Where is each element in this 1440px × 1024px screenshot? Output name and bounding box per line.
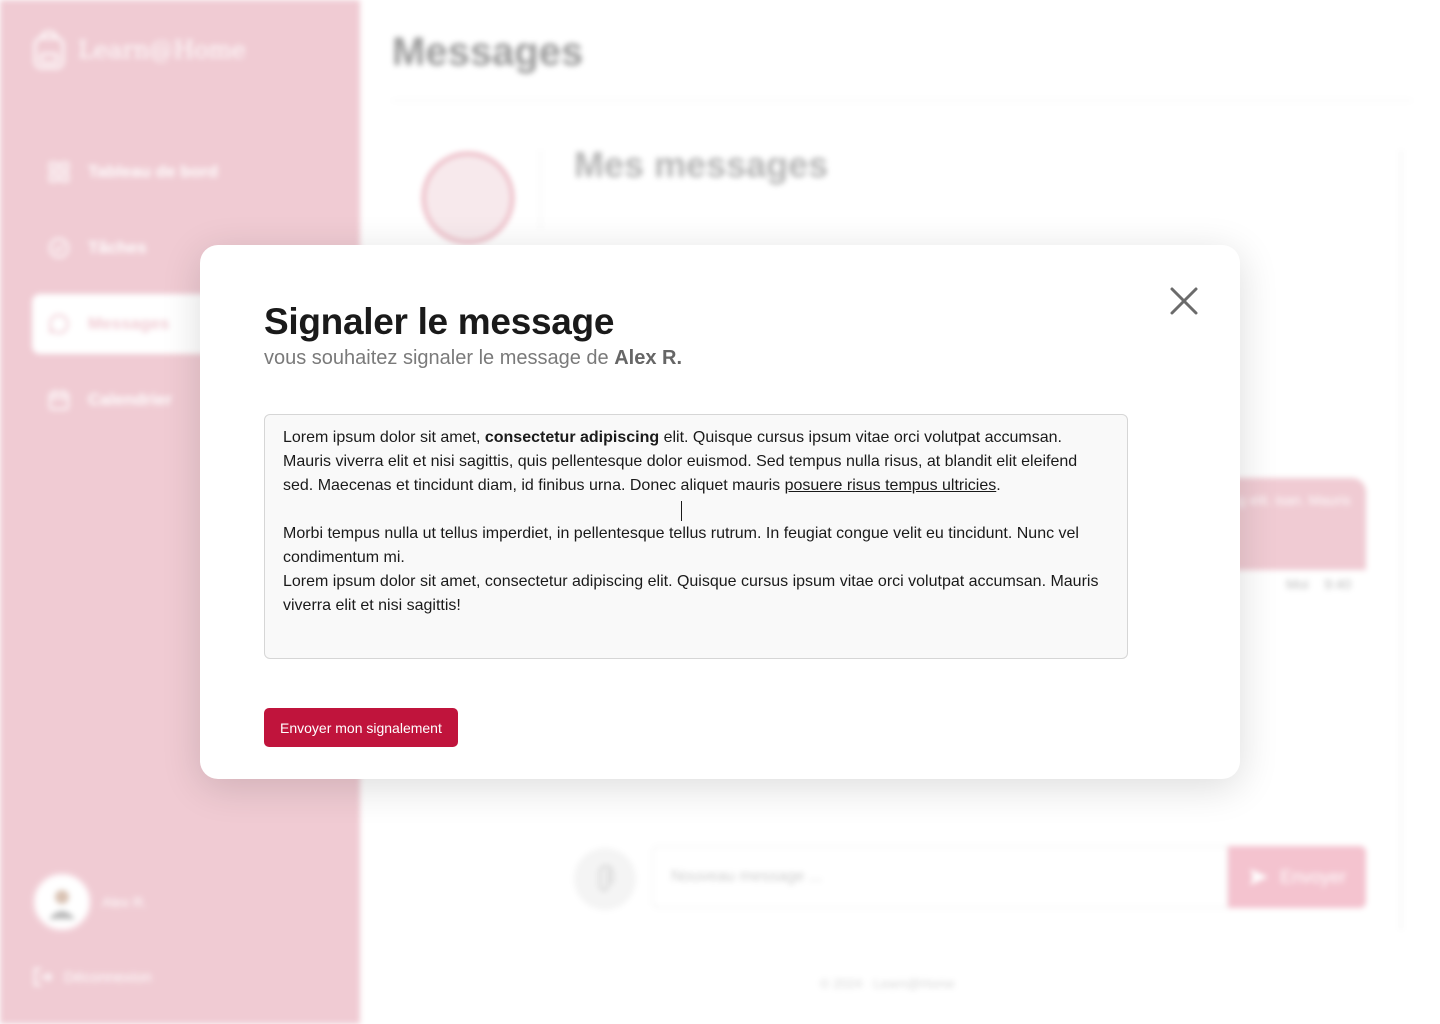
message-text: .	[996, 477, 1001, 494]
reported-message[interactable]: Lorem ipsum dolor sit amet, consectetur …	[264, 414, 1128, 659]
message-bubble[interactable]: ng elit. isan. Mauris	[1220, 478, 1366, 570]
message-paragraph: Morbi tempus nulla ut tellus imperdiet, …	[283, 525, 1079, 566]
sidebar-item-label: Tableau de bord	[88, 162, 219, 181]
text-caret	[681, 501, 682, 521]
message-meta: Moi 9:40	[1286, 576, 1351, 592]
conversation-title: Mes messages	[574, 144, 829, 185]
footer: © 2024 · Learn@Home	[820, 976, 955, 991]
sidebar-item-label: Tâches	[88, 238, 147, 257]
brand: Learn@Home	[32, 30, 246, 70]
message-text: Lorem ipsum dolor sit amet,	[283, 429, 485, 446]
message-input[interactable]: Nouveau message ...	[652, 846, 1228, 908]
calendar-icon	[49, 390, 69, 410]
backpack-icon	[33, 30, 65, 70]
user-name: Alex R.	[102, 894, 148, 910]
message-link[interactable]: posuere risus tempus ultricies	[785, 477, 997, 494]
check-circle-icon	[49, 238, 69, 258]
logout-label: Déconnexion	[64, 968, 152, 986]
close-button[interactable]	[1164, 281, 1204, 321]
divider	[1400, 150, 1402, 930]
sidebar-item-dashboard[interactable]: Tableau de bord	[32, 142, 332, 202]
avatar	[32, 872, 92, 932]
send-icon	[1249, 869, 1268, 885]
report-modal: Signaler le message vous souhaitez signa…	[200, 245, 1240, 779]
sidebar-item-label: Calendrier	[88, 390, 173, 409]
attach-button[interactable]	[574, 848, 636, 910]
modal-title: Signaler le message	[264, 301, 615, 342]
message-time: 9:40	[1324, 576, 1352, 592]
user-profile[interactable]: Alex R.	[32, 872, 147, 932]
user-avatar-icon	[49, 890, 75, 919]
divider	[540, 150, 541, 230]
message-sender: Moi	[1286, 576, 1309, 592]
close-icon	[1170, 287, 1198, 315]
page-title: Messages	[392, 30, 584, 74]
paperclip-icon	[599, 865, 613, 891]
message-paragraph: Lorem ipsum dolor sit amet, consectetur …	[283, 573, 1099, 614]
logout-button[interactable]: Déconnexion	[32, 966, 152, 988]
brand-name: Learn@Home	[78, 36, 246, 64]
contact-avatar[interactable]	[422, 152, 514, 244]
sidebar-item-label: Messages	[88, 314, 170, 333]
modal-subtitle: vous souhaitez signaler le message de Al…	[264, 347, 682, 370]
send-button[interactable]: Envoyer	[1228, 846, 1366, 908]
message-bold-text: consectetur adipiscing	[484, 429, 660, 446]
logout-icon	[34, 968, 53, 986]
chat-icon	[49, 313, 69, 334]
submit-report-button[interactable]: Envoyer mon signalement	[264, 708, 458, 747]
subtitle-text: vous souhaitez signaler le message de	[264, 347, 615, 369]
send-label: Envoyer	[1279, 866, 1347, 887]
divider	[392, 100, 1412, 101]
message-paragraph: Lorem ipsum dolor sit amet, consectetur …	[283, 426, 1109, 498]
reported-user-name: Alex R.	[614, 347, 683, 369]
dashboard-icon	[49, 162, 69, 182]
